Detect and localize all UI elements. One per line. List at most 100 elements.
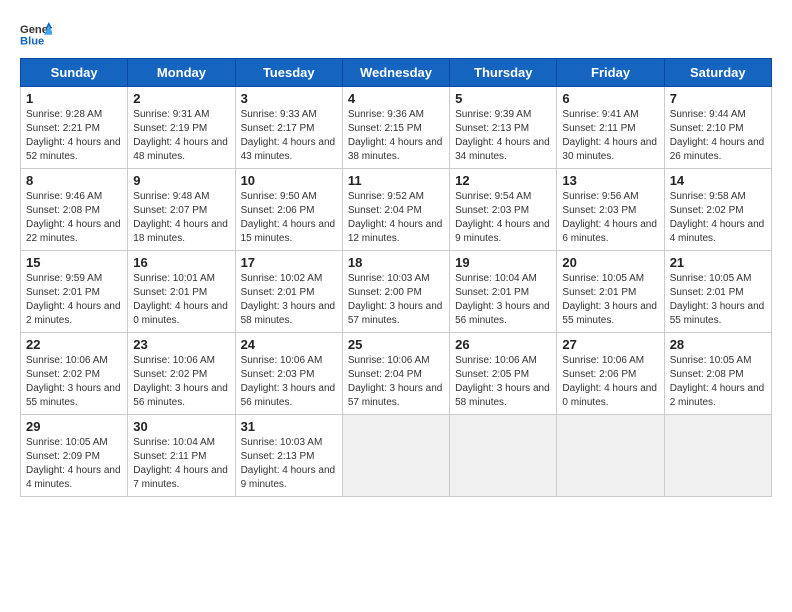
day-info: Sunrise: 10:06 AM Sunset: 2:02 PM Daylig… [26, 354, 122, 410]
day-number: 23 [133, 337, 229, 352]
calendar: SundayMondayTuesdayWednesdayThursdayFrid… [20, 58, 772, 497]
day-number: 9 [133, 173, 229, 188]
calendar-cell [450, 415, 557, 497]
calendar-cell: 31 Sunrise: 10:03 AM Sunset: 2:13 PM Day… [235, 415, 342, 497]
calendar-cell: 16 Sunrise: 10:01 AM Sunset: 2:01 PM Day… [128, 251, 235, 333]
calendar-cell: 7 Sunrise: 9:44 AM Sunset: 2:10 PM Dayli… [664, 87, 771, 169]
day-info: Sunrise: 10:01 AM Sunset: 2:01 PM Daylig… [133, 272, 229, 328]
calendar-week-2: 8 Sunrise: 9:46 AM Sunset: 2:08 PM Dayli… [21, 169, 772, 251]
day-number: 3 [241, 91, 337, 106]
day-info: Sunrise: 9:54 AM Sunset: 2:03 PM Dayligh… [455, 190, 551, 246]
day-info: Sunrise: 10:02 AM Sunset: 2:01 PM Daylig… [241, 272, 337, 328]
weekday-header-tuesday: Tuesday [235, 59, 342, 87]
day-info: Sunrise: 10:06 AM Sunset: 2:05 PM Daylig… [455, 354, 551, 410]
day-number: 27 [562, 337, 658, 352]
day-number: 30 [133, 419, 229, 434]
day-number: 2 [133, 91, 229, 106]
calendar-cell: 24 Sunrise: 10:06 AM Sunset: 2:03 PM Day… [235, 333, 342, 415]
calendar-cell: 28 Sunrise: 10:05 AM Sunset: 2:08 PM Day… [664, 333, 771, 415]
day-info: Sunrise: 10:03 AM Sunset: 2:13 PM Daylig… [241, 436, 337, 492]
calendar-cell: 29 Sunrise: 10:05 AM Sunset: 2:09 PM Day… [21, 415, 128, 497]
calendar-cell [664, 415, 771, 497]
weekday-header-sunday: Sunday [21, 59, 128, 87]
calendar-cell: 13 Sunrise: 9:56 AM Sunset: 2:03 PM Dayl… [557, 169, 664, 251]
weekday-header-friday: Friday [557, 59, 664, 87]
day-number: 8 [26, 173, 122, 188]
day-info: Sunrise: 10:06 AM Sunset: 2:06 PM Daylig… [562, 354, 658, 410]
day-info: Sunrise: 9:36 AM Sunset: 2:15 PM Dayligh… [348, 108, 444, 164]
day-info: Sunrise: 9:41 AM Sunset: 2:11 PM Dayligh… [562, 108, 658, 164]
calendar-cell: 10 Sunrise: 9:50 AM Sunset: 2:06 PM Dayl… [235, 169, 342, 251]
day-number: 20 [562, 255, 658, 270]
calendar-cell: 9 Sunrise: 9:48 AM Sunset: 2:07 PM Dayli… [128, 169, 235, 251]
weekday-header-wednesday: Wednesday [342, 59, 449, 87]
day-number: 26 [455, 337, 551, 352]
day-number: 19 [455, 255, 551, 270]
calendar-week-3: 15 Sunrise: 9:59 AM Sunset: 2:01 PM Dayl… [21, 251, 772, 333]
day-number: 22 [26, 337, 122, 352]
day-info: Sunrise: 9:31 AM Sunset: 2:19 PM Dayligh… [133, 108, 229, 164]
day-info: Sunrise: 10:06 AM Sunset: 2:02 PM Daylig… [133, 354, 229, 410]
calendar-cell: 12 Sunrise: 9:54 AM Sunset: 2:03 PM Dayl… [450, 169, 557, 251]
weekday-header-thursday: Thursday [450, 59, 557, 87]
calendar-cell: 23 Sunrise: 10:06 AM Sunset: 2:02 PM Day… [128, 333, 235, 415]
weekday-header-saturday: Saturday [664, 59, 771, 87]
calendar-cell: 26 Sunrise: 10:06 AM Sunset: 2:05 PM Day… [450, 333, 557, 415]
day-number: 7 [670, 91, 766, 106]
day-info: Sunrise: 9:44 AM Sunset: 2:10 PM Dayligh… [670, 108, 766, 164]
calendar-cell: 3 Sunrise: 9:33 AM Sunset: 2:17 PM Dayli… [235, 87, 342, 169]
day-info: Sunrise: 9:59 AM Sunset: 2:01 PM Dayligh… [26, 272, 122, 328]
logo: General Blue [20, 20, 52, 48]
day-number: 16 [133, 255, 229, 270]
day-info: Sunrise: 10:04 AM Sunset: 2:11 PM Daylig… [133, 436, 229, 492]
day-info: Sunrise: 9:33 AM Sunset: 2:17 PM Dayligh… [241, 108, 337, 164]
calendar-cell: 11 Sunrise: 9:52 AM Sunset: 2:04 PM Dayl… [342, 169, 449, 251]
calendar-week-1: 1 Sunrise: 9:28 AM Sunset: 2:21 PM Dayli… [21, 87, 772, 169]
day-info: Sunrise: 9:48 AM Sunset: 2:07 PM Dayligh… [133, 190, 229, 246]
day-info: Sunrise: 9:50 AM Sunset: 2:06 PM Dayligh… [241, 190, 337, 246]
calendar-cell [557, 415, 664, 497]
calendar-cell: 2 Sunrise: 9:31 AM Sunset: 2:19 PM Dayli… [128, 87, 235, 169]
calendar-cell: 18 Sunrise: 10:03 AM Sunset: 2:00 PM Day… [342, 251, 449, 333]
calendar-cell: 30 Sunrise: 10:04 AM Sunset: 2:11 PM Day… [128, 415, 235, 497]
day-info: Sunrise: 10:05 AM Sunset: 2:01 PM Daylig… [670, 272, 766, 328]
calendar-cell: 22 Sunrise: 10:06 AM Sunset: 2:02 PM Day… [21, 333, 128, 415]
day-number: 21 [670, 255, 766, 270]
day-number: 15 [26, 255, 122, 270]
day-number: 4 [348, 91, 444, 106]
day-number: 1 [26, 91, 122, 106]
calendar-cell [342, 415, 449, 497]
day-info: Sunrise: 10:04 AM Sunset: 2:01 PM Daylig… [455, 272, 551, 328]
day-number: 24 [241, 337, 337, 352]
calendar-cell: 1 Sunrise: 9:28 AM Sunset: 2:21 PM Dayli… [21, 87, 128, 169]
day-info: Sunrise: 10:05 AM Sunset: 2:08 PM Daylig… [670, 354, 766, 410]
day-info: Sunrise: 9:56 AM Sunset: 2:03 PM Dayligh… [562, 190, 658, 246]
day-number: 12 [455, 173, 551, 188]
day-info: Sunrise: 9:52 AM Sunset: 2:04 PM Dayligh… [348, 190, 444, 246]
calendar-week-5: 29 Sunrise: 10:05 AM Sunset: 2:09 PM Day… [21, 415, 772, 497]
day-info: Sunrise: 9:28 AM Sunset: 2:21 PM Dayligh… [26, 108, 122, 164]
day-number: 18 [348, 255, 444, 270]
day-info: Sunrise: 10:05 AM Sunset: 2:01 PM Daylig… [562, 272, 658, 328]
header: General Blue [20, 20, 772, 48]
day-info: Sunrise: 10:06 AM Sunset: 2:03 PM Daylig… [241, 354, 337, 410]
day-number: 25 [348, 337, 444, 352]
calendar-week-4: 22 Sunrise: 10:06 AM Sunset: 2:02 PM Day… [21, 333, 772, 415]
day-info: Sunrise: 10:06 AM Sunset: 2:04 PM Daylig… [348, 354, 444, 410]
day-info: Sunrise: 10:05 AM Sunset: 2:09 PM Daylig… [26, 436, 122, 492]
day-info: Sunrise: 9:58 AM Sunset: 2:02 PM Dayligh… [670, 190, 766, 246]
calendar-cell: 20 Sunrise: 10:05 AM Sunset: 2:01 PM Day… [557, 251, 664, 333]
calendar-cell: 19 Sunrise: 10:04 AM Sunset: 2:01 PM Day… [450, 251, 557, 333]
calendar-cell: 21 Sunrise: 10:05 AM Sunset: 2:01 PM Day… [664, 251, 771, 333]
weekday-header-monday: Monday [128, 59, 235, 87]
day-info: Sunrise: 9:46 AM Sunset: 2:08 PM Dayligh… [26, 190, 122, 246]
calendar-cell: 27 Sunrise: 10:06 AM Sunset: 2:06 PM Day… [557, 333, 664, 415]
logo-icon: General Blue [20, 20, 52, 48]
calendar-cell: 15 Sunrise: 9:59 AM Sunset: 2:01 PM Dayl… [21, 251, 128, 333]
day-number: 5 [455, 91, 551, 106]
day-number: 28 [670, 337, 766, 352]
svg-text:Blue: Blue [20, 35, 44, 47]
day-number: 29 [26, 419, 122, 434]
calendar-cell: 17 Sunrise: 10:02 AM Sunset: 2:01 PM Day… [235, 251, 342, 333]
day-number: 14 [670, 173, 766, 188]
